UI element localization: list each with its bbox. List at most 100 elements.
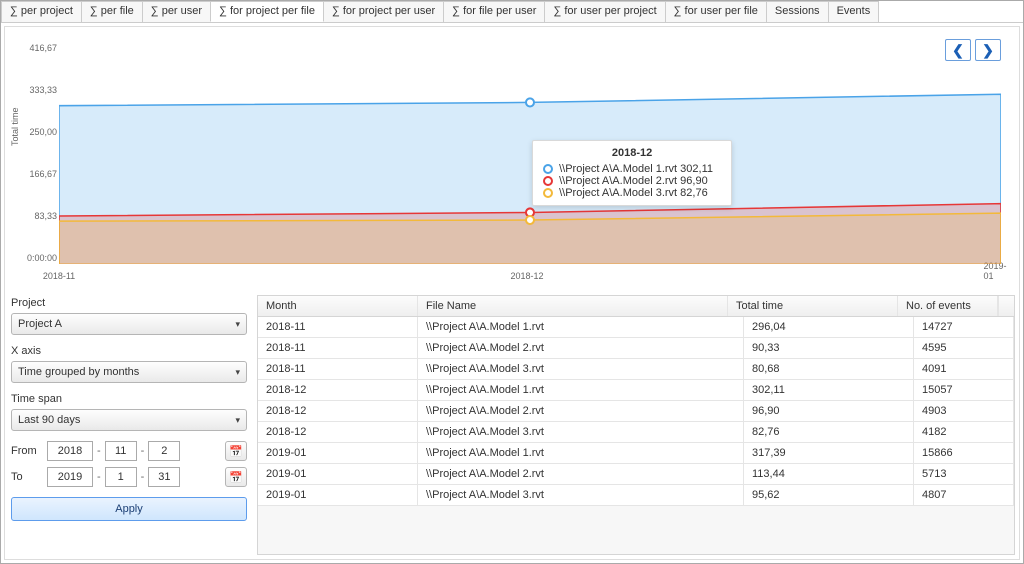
- table-row[interactable]: 2018-11\\Project A\A.Model 2.rvt90,33459…: [258, 338, 1014, 359]
- tooltip-row: \\Project A\A.Model 1.rvt 302,11: [543, 163, 721, 175]
- table-cell: 2019-01: [258, 485, 418, 505]
- table-row[interactable]: 2019-01\\Project A\A.Model 3.rvt95,62480…: [258, 485, 1014, 506]
- lower-pane: Project Project A X axis Time grouped by…: [9, 295, 1015, 555]
- tab-3[interactable]: ∑ for project per file: [210, 1, 324, 22]
- table-cell: 4807: [914, 485, 1014, 505]
- tooltip-row: \\Project A\A.Model 3.rvt 82,76: [543, 187, 721, 199]
- table-cell: 14727: [914, 317, 1014, 337]
- table-cell: 2019-01: [258, 443, 418, 463]
- ytick: 250,00: [27, 127, 57, 137]
- th-file[interactable]: File Name: [418, 296, 728, 316]
- to-day-input[interactable]: [148, 467, 180, 487]
- apply-button[interactable]: Apply: [11, 497, 247, 521]
- ytick: 416,67: [27, 43, 57, 53]
- app-window: ∑ per project∑ per file∑ per user∑ for p…: [0, 0, 1024, 564]
- table-row[interactable]: 2018-12\\Project A\A.Model 3.rvt82,76418…: [258, 422, 1014, 443]
- table-cell: 90,33: [744, 338, 914, 358]
- table-cell: 2018-11: [258, 317, 418, 337]
- table-cell: \\Project A\A.Model 2.rvt: [418, 464, 744, 484]
- tab-2[interactable]: ∑ per user: [142, 1, 211, 22]
- series-color-icon: [543, 176, 553, 186]
- table-cell: 2018-12: [258, 422, 418, 442]
- table-cell: 2019-01: [258, 464, 418, 484]
- xaxis-select[interactable]: Time grouped by months: [11, 361, 247, 383]
- table-cell: 4182: [914, 422, 1014, 442]
- table-cell: \\Project A\A.Model 3.rvt: [418, 422, 744, 442]
- table-cell: \\Project A\A.Model 3.rvt: [418, 485, 744, 505]
- table-cell: 2018-11: [258, 338, 418, 358]
- filter-sidebar: Project Project A X axis Time grouped by…: [9, 295, 249, 555]
- table-cell: \\Project A\A.Model 1.rvt: [418, 380, 744, 400]
- table-cell: 2018-12: [258, 401, 418, 421]
- table-header: Month File Name Total time No. of events: [258, 296, 1014, 317]
- series-color-icon: [543, 164, 553, 174]
- xtick: 2018-11: [43, 271, 75, 281]
- calendar-icon: 📅: [229, 445, 243, 458]
- table-row[interactable]: 2018-12\\Project A\A.Model 2.rvt96,90490…: [258, 401, 1014, 422]
- from-month-input[interactable]: [105, 441, 137, 461]
- tab-4[interactable]: ∑ for project per user: [323, 1, 444, 22]
- tab-7[interactable]: ∑ for user per file: [665, 1, 767, 22]
- tooltip-title: 2018-12: [543, 147, 721, 159]
- to-calendar-button[interactable]: 📅: [225, 467, 247, 487]
- project-select[interactable]: Project A: [11, 313, 247, 335]
- tooltip-row: \\Project A\A.Model 2.rvt 96,90: [543, 175, 721, 187]
- table-cell: 113,44: [744, 464, 914, 484]
- table-cell: \\Project A\A.Model 1.rvt: [418, 317, 744, 337]
- from-day-input[interactable]: [148, 441, 180, 461]
- to-month-input[interactable]: [105, 467, 137, 487]
- from-date-row: From - - 📅: [11, 441, 247, 461]
- table-row[interactable]: 2018-11\\Project A\A.Model 3.rvt80,68409…: [258, 359, 1014, 380]
- project-label: Project: [11, 297, 45, 309]
- from-calendar-button[interactable]: 📅: [225, 441, 247, 461]
- data-table: Month File Name Total time No. of events…: [257, 295, 1015, 555]
- table-cell: 82,76: [744, 422, 914, 442]
- xtick: 2018-12: [510, 271, 543, 281]
- table-cell: \\Project A\A.Model 2.rvt: [418, 401, 744, 421]
- tab-9[interactable]: Events: [828, 1, 880, 22]
- table-body[interactable]: 2018-11\\Project A\A.Model 1.rvt296,0414…: [258, 317, 1014, 554]
- tab-6[interactable]: ∑ for user per project: [544, 1, 665, 22]
- th-month[interactable]: Month: [258, 296, 418, 316]
- table-cell: \\Project A\A.Model 3.rvt: [418, 359, 744, 379]
- table-cell: 296,04: [744, 317, 914, 337]
- table-cell: 4595: [914, 338, 1014, 358]
- table-cell: \\Project A\A.Model 2.rvt: [418, 338, 744, 358]
- table-cell: 95,62: [744, 485, 914, 505]
- tab-8[interactable]: Sessions: [766, 1, 829, 22]
- chart-canvas: [59, 41, 1001, 264]
- table-cell: 5713: [914, 464, 1014, 484]
- chart-tooltip: 2018-12 \\Project A\A.Model 1.rvt 302,11…: [532, 140, 732, 206]
- to-label: To: [11, 471, 43, 483]
- calendar-icon: 📅: [229, 471, 243, 484]
- from-year-input[interactable]: [47, 441, 93, 461]
- ytick: 83,33: [27, 211, 57, 221]
- tab-5[interactable]: ∑ for file per user: [443, 1, 545, 22]
- tab-0[interactable]: ∑ per project: [1, 1, 82, 22]
- timespan-select[interactable]: Last 90 days: [11, 409, 247, 431]
- table-cell: 4903: [914, 401, 1014, 421]
- table-row[interactable]: 2019-01\\Project A\A.Model 2.rvt113,4457…: [258, 464, 1014, 485]
- ytick: 166,67: [27, 169, 57, 179]
- tab-bar: ∑ per project∑ per file∑ per user∑ for p…: [1, 1, 1023, 23]
- table-row[interactable]: 2018-11\\Project A\A.Model 1.rvt296,0414…: [258, 317, 1014, 338]
- content-pane: ❮ ❯ Total time 0:00:0083,33166,67250,003…: [4, 26, 1020, 560]
- tab-1[interactable]: ∑ per file: [81, 1, 143, 22]
- ytick: 333,33: [27, 85, 57, 95]
- table-row[interactable]: 2018-12\\Project A\A.Model 1.rvt302,1115…: [258, 380, 1014, 401]
- chart-area: ❮ ❯ Total time 0:00:0083,33166,67250,003…: [9, 31, 1015, 291]
- table-cell: 302,11: [744, 380, 914, 400]
- table-cell: 80,68: [744, 359, 914, 379]
- table-cell: 2018-11: [258, 359, 418, 379]
- series-color-icon: [543, 188, 553, 198]
- to-date-row: To - - 📅: [11, 467, 247, 487]
- th-time[interactable]: Total time: [728, 296, 898, 316]
- ytick: 0:00:00: [27, 253, 57, 263]
- table-row[interactable]: 2019-01\\Project A\A.Model 1.rvt317,3915…: [258, 443, 1014, 464]
- table-cell: 317,39: [744, 443, 914, 463]
- chart-y-axis-label: Total time: [10, 107, 20, 146]
- from-label: From: [11, 445, 43, 457]
- to-year-input[interactable]: [47, 467, 93, 487]
- th-events[interactable]: No. of events: [898, 296, 998, 316]
- table-cell: 2018-12: [258, 380, 418, 400]
